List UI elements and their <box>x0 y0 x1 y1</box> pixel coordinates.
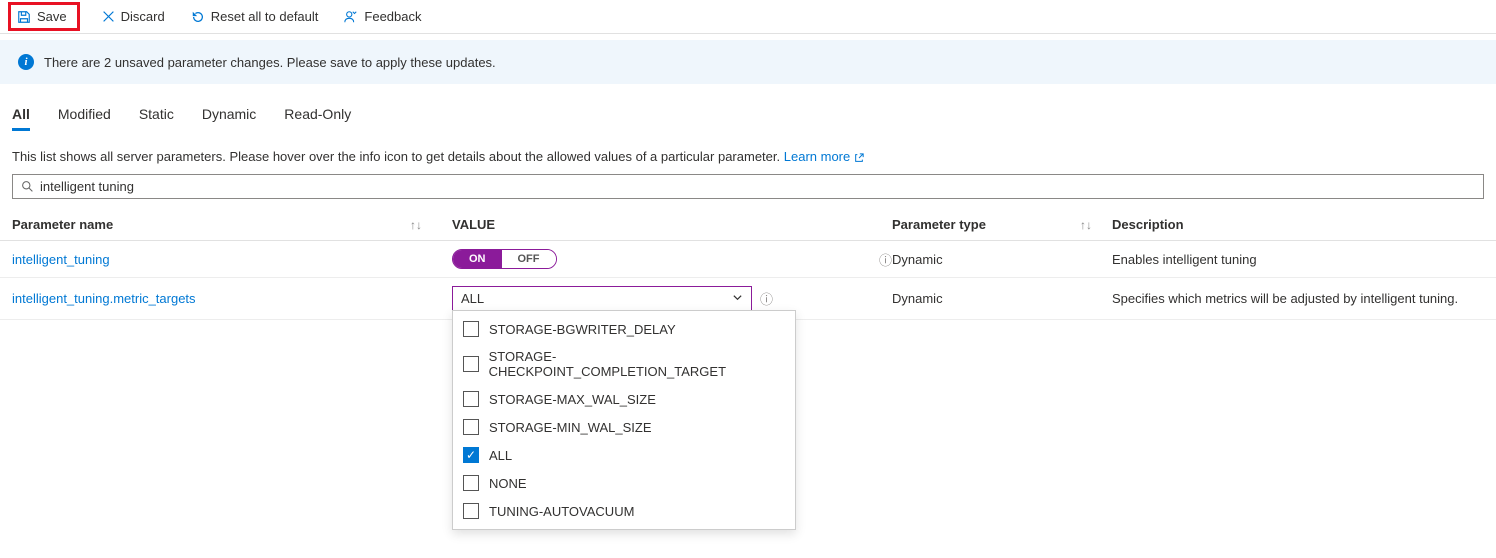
info-icon[interactable]: ⓘ <box>879 250 892 269</box>
dropdown-option[interactable]: STORAGE-MIN_WAL_SIZE <box>453 413 795 441</box>
dropdown-option[interactable]: NONE <box>453 469 795 497</box>
reset-button[interactable]: Reset all to default <box>187 7 323 26</box>
param-link[interactable]: intelligent_tuning.metric_targets <box>12 291 196 306</box>
col-header-name[interactable]: Parameter name ↑↓ <box>12 217 452 232</box>
feedback-button[interactable]: Feedback <box>340 7 425 26</box>
search-input[interactable] <box>40 179 1475 194</box>
param-desc: Specifies which metrics will be adjusted… <box>1112 291 1484 306</box>
checkbox-checked-icon: ✓ <box>463 447 479 463</box>
toolbar: Save Discard Reset all to default Feedba… <box>0 0 1496 34</box>
col-header-type[interactable]: Parameter type ↑↓ <box>892 217 1112 232</box>
info-icon: i <box>18 54 34 70</box>
checkbox-icon <box>463 356 479 372</box>
tab-readonly[interactable]: Read-Only <box>284 106 351 131</box>
chevron-down-icon <box>732 291 743 306</box>
sort-icon: ↑↓ <box>410 218 422 232</box>
info-banner: i There are 2 unsaved parameter changes.… <box>0 40 1496 84</box>
select-value: ALL <box>461 291 484 306</box>
metric-targets-dropdown: STORAGE-BGWRITER_DELAY STORAGE-CHECKPOIN… <box>452 310 796 530</box>
table-row: intelligent_tuning ON OFF ⓘ Dynamic Enab… <box>0 241 1496 278</box>
tab-modified[interactable]: Modified <box>58 106 111 131</box>
checkbox-icon <box>463 503 479 519</box>
feedback-label: Feedback <box>364 9 421 24</box>
banner-text: There are 2 unsaved parameter changes. P… <box>44 55 496 70</box>
param-type: Dynamic <box>892 252 1112 267</box>
learn-more-link[interactable]: Learn more <box>784 149 864 164</box>
dropdown-option[interactable]: STORAGE-MAX_WAL_SIZE <box>453 385 795 413</box>
tab-all[interactable]: All <box>12 106 30 131</box>
filter-tabs: All Modified Static Dynamic Read-Only <box>0 84 1496 135</box>
tab-dynamic[interactable]: Dynamic <box>202 106 256 131</box>
save-label: Save <box>37 9 67 24</box>
checkbox-icon <box>463 391 479 407</box>
param-type: Dynamic <box>892 291 1112 306</box>
param-link[interactable]: intelligent_tuning <box>12 252 110 267</box>
param-desc: Enables intelligent tuning <box>1112 252 1484 267</box>
checkbox-icon <box>463 419 479 435</box>
discard-button[interactable]: Discard <box>98 7 169 26</box>
col-header-desc[interactable]: Description <box>1112 217 1484 232</box>
metric-targets-select[interactable]: ALL STORAGE-BGWRITER_DELAY STORAGE-CHECK… <box>452 286 752 311</box>
save-button[interactable]: Save <box>8 2 80 31</box>
info-icon[interactable]: ⓘ <box>760 289 773 308</box>
col-header-value[interactable]: VALUE <box>452 217 892 232</box>
discard-label: Discard <box>121 9 165 24</box>
toggle-on: ON <box>453 250 502 268</box>
table-header: Parameter name ↑↓ VALUE Parameter type ↑… <box>0 209 1496 241</box>
table-row: intelligent_tuning.metric_targets ALL ST… <box>0 278 1496 320</box>
dropdown-option[interactable]: STORAGE-CHECKPOINT_COMPLETION_TARGET <box>453 343 795 385</box>
search-icon <box>21 180 34 193</box>
reset-icon <box>191 10 205 24</box>
sort-icon: ↑↓ <box>1080 218 1092 232</box>
search-box[interactable] <box>12 174 1484 199</box>
dropdown-option[interactable]: STORAGE-BGWRITER_DELAY <box>453 315 795 343</box>
toggle-on-off[interactable]: ON OFF <box>452 249 557 269</box>
dropdown-option[interactable]: ✓ALL <box>453 441 795 469</box>
close-icon <box>102 10 115 23</box>
tab-static[interactable]: Static <box>139 106 174 131</box>
checkbox-icon <box>463 475 479 491</box>
dropdown-option[interactable]: TUNING-AUTOVACUUM <box>453 497 795 525</box>
external-link-icon <box>854 149 864 164</box>
save-icon <box>17 10 31 24</box>
feedback-icon <box>344 10 358 24</box>
toggle-off: OFF <box>502 250 556 268</box>
reset-label: Reset all to default <box>211 9 319 24</box>
page-description: This list shows all server parameters. P… <box>0 135 1496 174</box>
checkbox-icon <box>463 321 479 337</box>
